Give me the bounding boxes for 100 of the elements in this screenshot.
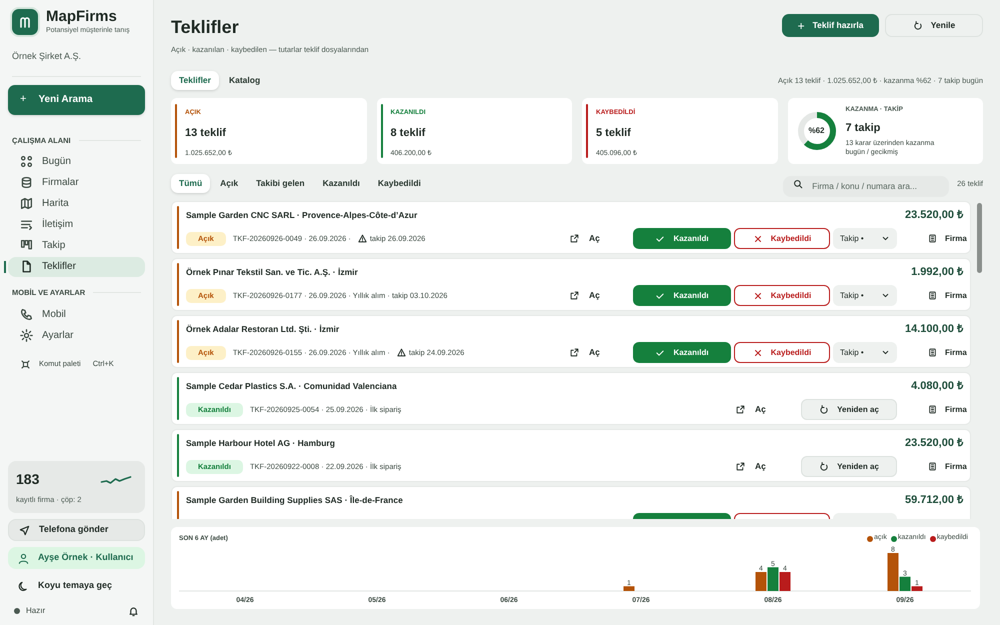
won-button[interactable]: Kazanıldı xyxy=(633,285,731,306)
map-icon xyxy=(20,197,33,210)
nav-item[interactable]: Firmalar xyxy=(8,172,145,193)
scrollbar-thumb[interactable] xyxy=(977,203,982,274)
offer-title: Örnek Pınar Tekstil San. ve Tic. A.Ş. · İzmir xyxy=(186,266,358,279)
new-search-button[interactable]: + Yeni Arama xyxy=(8,84,145,114)
firm-link[interactable]: Firma xyxy=(928,290,967,302)
settings-icon xyxy=(20,328,33,342)
app-name: MapFirms xyxy=(46,8,118,26)
offer-amount: 4.080,00 ₺ xyxy=(911,379,964,394)
refresh-icon xyxy=(912,20,923,30)
refresh-button[interactable]: Yenile xyxy=(885,14,983,37)
firm-link[interactable]: Firma xyxy=(928,460,967,473)
offer-amount: 1.992,00 ₺ xyxy=(911,265,964,280)
filter-tab[interactable]: Kazanıldı xyxy=(314,174,368,194)
won-button[interactable]: Kazanıldı xyxy=(633,342,731,364)
win-value: 7 takip xyxy=(846,120,882,136)
offer-amount: 14.100,00 ₺ xyxy=(905,322,964,337)
filter-tab[interactable]: Açık xyxy=(212,174,246,194)
followup-select[interactable]: Takip • xyxy=(833,342,897,364)
offer-amount: 59.712,00 ₺ xyxy=(905,493,964,508)
offer-title: Sample Cedar Plastics S.A. · Comunidad Valenciana xyxy=(186,380,397,393)
bar xyxy=(756,572,766,591)
list-icon xyxy=(20,218,33,232)
nav-item[interactable]: Ayarlar xyxy=(8,325,145,345)
filter-tab[interactable]: Kaybedildi xyxy=(370,174,429,194)
firm-count: 183 xyxy=(16,470,40,489)
offer-title: Sample Harbour Hotel AG · Hamburg xyxy=(186,436,335,450)
tab[interactable]: Teklifler xyxy=(171,71,219,90)
refresh-icon xyxy=(819,404,830,415)
send-icon xyxy=(19,524,30,536)
offer-title: Örnek Adalar Restoran Ltd. Şti. · İzmir xyxy=(186,322,340,336)
open-link[interactable]: Aç xyxy=(570,232,630,246)
building-icon xyxy=(928,291,937,300)
lost-button[interactable]: Kaybedildi xyxy=(734,285,830,306)
close-icon xyxy=(752,348,763,358)
user-button[interactable]: Ayşe Örnek · Kullanıcı xyxy=(8,547,145,569)
lost-button[interactable]: Kaybedildi xyxy=(734,228,830,250)
external-link-icon xyxy=(570,348,579,358)
command-icon xyxy=(20,358,31,370)
building-icon xyxy=(928,462,937,472)
tab[interactable]: Katalog xyxy=(220,71,268,90)
check-icon xyxy=(655,348,666,358)
firm-link[interactable]: Firma xyxy=(928,232,967,245)
document-icon xyxy=(20,260,33,274)
theme-toggle-button[interactable]: Koyu temaya geç xyxy=(8,575,145,597)
external-link-icon xyxy=(736,462,745,472)
stat-value: 13 teklif xyxy=(185,126,227,141)
phone-icon xyxy=(20,308,33,320)
page-title: Teklifler xyxy=(171,16,240,38)
external-link-icon xyxy=(570,291,579,300)
send-to-phone-button[interactable]: Telefona gönder xyxy=(8,519,145,541)
reopen-button[interactable]: Yeniden aç xyxy=(801,456,897,478)
open-link[interactable]: Aç xyxy=(570,289,630,302)
close-icon xyxy=(752,290,763,301)
open-link[interactable]: Aç xyxy=(736,403,796,416)
status-text: Hazır xyxy=(26,605,46,617)
open-link[interactable]: Aç xyxy=(570,346,630,360)
reopen-button[interactable]: Yeniden aç xyxy=(801,399,897,420)
firm-link[interactable]: Firma xyxy=(928,404,967,416)
external-link-icon xyxy=(736,405,745,414)
stat-value: 8 teklif xyxy=(390,126,426,141)
open-link[interactable]: Aç xyxy=(736,460,796,474)
search-field[interactable]: Firma / konu / numara ara... xyxy=(783,176,950,197)
offer-amount: 23.520,00 ₺ xyxy=(905,208,964,223)
offer-title: Sample Garden CNC SARL · Provence-Alpes-Côte-d’Azur xyxy=(186,208,418,222)
moon-icon xyxy=(18,580,29,592)
logo-icon xyxy=(12,9,38,35)
user-icon xyxy=(18,552,29,564)
filter-tab[interactable]: Takibi gelen xyxy=(248,174,313,194)
search-icon xyxy=(793,178,804,189)
grid-icon xyxy=(20,155,33,168)
check-icon xyxy=(655,234,666,244)
offer-amount: 23.520,00 ₺ xyxy=(905,436,964,451)
nav-item[interactable]: Teklifler xyxy=(8,256,145,277)
bell-icon xyxy=(128,606,139,616)
nav-item[interactable]: Mobil xyxy=(8,304,145,324)
followup-select[interactable]: Takip • xyxy=(833,228,897,250)
followup-select[interactable]: Takip • xyxy=(833,285,897,306)
filter-tab[interactable]: Tümü xyxy=(171,174,210,194)
new-offer-button[interactable]: + Teklif hazırla xyxy=(782,14,879,37)
lost-button[interactable]: Kaybedildi xyxy=(734,342,830,364)
close-icon xyxy=(752,234,763,244)
firm-link[interactable]: Firma xyxy=(928,346,967,359)
bar xyxy=(624,586,634,591)
company-name: Örnek Şirket A.Ş. xyxy=(11,50,82,63)
nav-item[interactable]: Takip xyxy=(8,236,145,256)
nav-item[interactable]: Bugün xyxy=(8,152,145,172)
database-icon xyxy=(20,176,33,190)
stat-value: 5 teklif xyxy=(596,126,632,141)
gauge-percent: %62 xyxy=(808,125,824,138)
bar xyxy=(768,567,778,591)
donut-gauge xyxy=(796,110,838,152)
building-icon xyxy=(928,405,937,414)
won-button[interactable]: Kazanıldı xyxy=(633,228,731,250)
check-icon xyxy=(655,290,666,301)
refresh-icon xyxy=(819,462,830,472)
nav-item[interactable]: İletişim xyxy=(8,214,145,235)
building-icon xyxy=(928,234,937,244)
nav-item[interactable]: Harita xyxy=(8,194,145,214)
